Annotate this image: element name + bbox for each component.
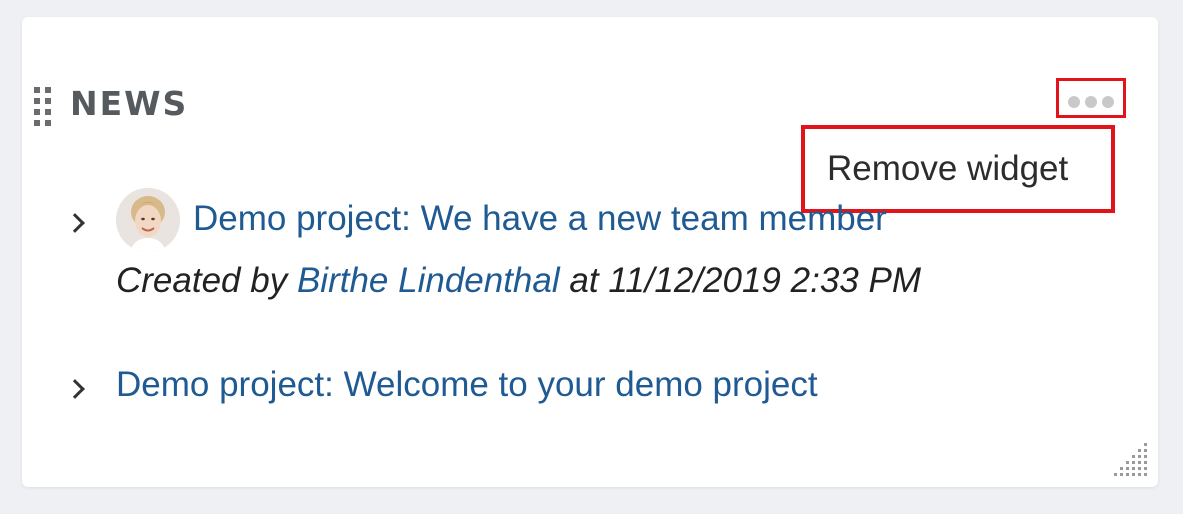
widget-title: NEWS (70, 84, 189, 123)
expand-chevron-icon[interactable] (65, 379, 85, 399)
meta-separator: at (569, 261, 599, 300)
author-link[interactable]: Birthe Lindenthal (297, 261, 560, 300)
meta-timestamp: 11/12/2019 2:33 PM (608, 261, 921, 300)
news-widget: NEWS Remove widget Demo project: We have… (22, 17, 1158, 487)
ellipsis-icon-dot (1102, 96, 1114, 108)
news-item-meta: Created by Birthe Lindenthal at 11/12/20… (116, 259, 921, 303)
drag-handle-icon[interactable] (32, 87, 54, 127)
avatar (116, 188, 180, 252)
ellipsis-icon (1068, 96, 1080, 108)
news-item-link[interactable]: Demo project: Welcome to your demo proje… (116, 363, 818, 407)
expand-chevron-icon[interactable] (65, 213, 85, 233)
widget-menu-button[interactable] (1056, 78, 1126, 118)
news-item-link[interactable]: Demo project: We have a new team member (193, 197, 887, 241)
meta-prefix: Created by (116, 261, 288, 300)
remove-widget-menu-item[interactable]: Remove widget (827, 147, 1068, 191)
ellipsis-icon-dot (1085, 96, 1097, 108)
resize-handle-icon[interactable] (1114, 443, 1150, 479)
